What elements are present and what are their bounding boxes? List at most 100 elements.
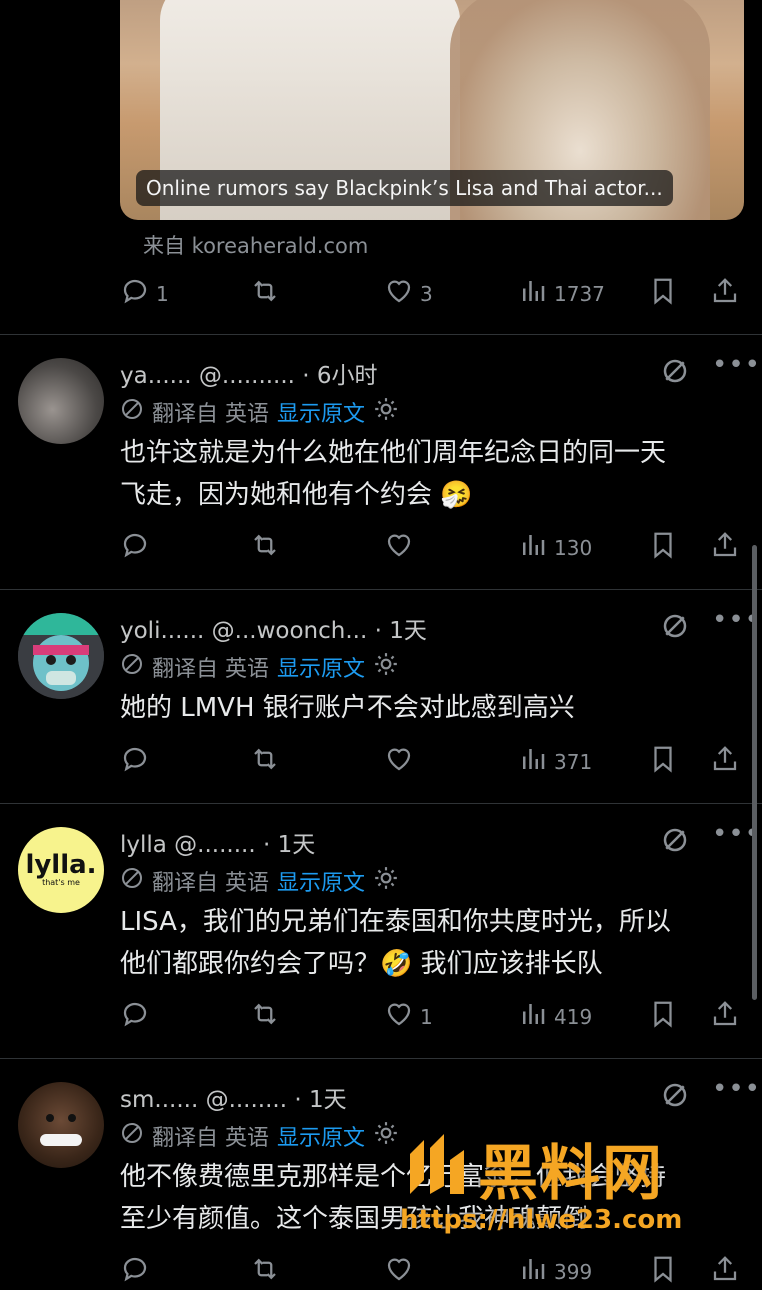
scrollbar[interactable] <box>752 545 757 1000</box>
avatar-logo-text: lylla. <box>25 850 97 880</box>
link-card-caption: Online rumors say Blackpink’s Lisa and T… <box>136 170 673 206</box>
views-button[interactable]: 399 <box>518 1254 592 1289</box>
like-button[interactable] <box>384 1254 420 1289</box>
bookmark-icon <box>648 530 678 565</box>
share-button[interactable] <box>710 744 740 779</box>
bookmark-button[interactable] <box>648 999 678 1034</box>
more-options-icon[interactable]: ••• <box>712 350 761 380</box>
repost-button[interactable] <box>250 999 280 1034</box>
share-icon <box>710 744 740 779</box>
reply-text-line: 他们都跟你约会了吗？🤣 我们应该排长队 <box>120 949 603 979</box>
views-button[interactable]: 130 <box>518 530 592 565</box>
bookmark-icon <box>648 276 678 311</box>
link-card-source[interactable]: 来自 koreaherald.com <box>143 230 368 260</box>
watermark-title: 黑料网 <box>478 1139 664 1209</box>
show-original-link[interactable]: 显示原文 <box>277 865 365 897</box>
post-action-bar: 1 3 1737 <box>0 272 762 312</box>
repost-button[interactable] <box>250 276 280 311</box>
share-icon <box>710 530 740 565</box>
translate-row: 翻译自 英语 显示原文 <box>120 1120 399 1152</box>
like-icon <box>384 999 414 1034</box>
share-icon <box>710 999 740 1034</box>
reply-button[interactable]: 1 <box>120 276 169 311</box>
share-button[interactable] <box>710 276 740 311</box>
watermark-logo-icon <box>402 1130 472 1200</box>
reply-button[interactable] <box>120 530 156 565</box>
reply-author[interactable]: lylla @........ · 1天 <box>120 825 315 859</box>
reply-icon <box>120 276 150 311</box>
show-original-link[interactable]: 显示原文 <box>277 651 365 683</box>
repost-icon <box>250 276 280 311</box>
like-button[interactable]: 3 <box>384 276 433 311</box>
views-icon <box>518 744 548 779</box>
translate-row: 翻译自 英语 显示原文 <box>120 865 399 897</box>
bookmark-button[interactable] <box>648 276 678 311</box>
like-count: 3 <box>420 281 433 306</box>
share-button[interactable] <box>710 1254 740 1289</box>
views-button[interactable]: 1737 <box>518 276 605 311</box>
avatar[interactable]: lylla. that's me <box>18 827 104 913</box>
translate-globe-icon <box>120 866 144 896</box>
views-button[interactable]: 371 <box>518 744 592 779</box>
settings-gear-icon[interactable] <box>373 396 399 428</box>
share-button[interactable] <box>710 530 740 565</box>
reply-icon <box>120 744 150 779</box>
settings-gear-icon[interactable] <box>373 1120 399 1152</box>
settings-gear-icon[interactable] <box>373 865 399 897</box>
grok-icon[interactable] <box>660 1080 690 1114</box>
reply-action-bar: 1 419 <box>0 995 762 1035</box>
bookmark-button[interactable] <box>648 530 678 565</box>
share-icon <box>710 276 740 311</box>
repost-button[interactable] <box>250 1254 280 1289</box>
reply-action-bar: 371 <box>0 740 762 780</box>
share-button[interactable] <box>710 999 740 1034</box>
like-button[interactable] <box>384 530 420 565</box>
grok-icon[interactable] <box>660 825 690 859</box>
reply-text-line: LISA，我们的兄弟们在泰国和你共度时光，所以 <box>120 907 671 937</box>
translated-from-label: 翻译自 英语 <box>152 657 269 682</box>
bookmark-button[interactable] <box>648 1254 678 1289</box>
show-original-link[interactable]: 显示原文 <box>277 1120 365 1152</box>
grok-icon[interactable] <box>660 611 690 645</box>
reply-text-line: 飞走，因为她和他有个约会 🤧 <box>120 480 473 510</box>
settings-gear-icon[interactable] <box>373 651 399 683</box>
translated-from-label: 翻译自 英语 <box>152 871 269 896</box>
like-icon <box>384 744 414 779</box>
show-original-link[interactable]: 显示原文 <box>277 396 365 428</box>
views-count: 419 <box>554 1004 593 1029</box>
translate-globe-icon <box>120 652 144 682</box>
grok-icon[interactable] <box>660 356 690 390</box>
bookmark-button[interactable] <box>648 744 678 779</box>
repost-button[interactable] <box>250 530 280 565</box>
reply-author[interactable]: sm...... @........ · 1天 <box>120 1080 347 1114</box>
avatar[interactable] <box>18 358 104 444</box>
more-options-icon[interactable]: ••• <box>712 1074 761 1104</box>
bookmark-icon <box>648 1254 678 1289</box>
translated-from-label: 翻译自 英语 <box>152 402 269 427</box>
reply-text: 也许这就是为什么她在他们周年纪念日的同一天 飞走，因为她和他有个约会 🤧 <box>120 432 740 516</box>
repost-button[interactable] <box>250 744 280 779</box>
repost-icon <box>250 1254 280 1289</box>
like-button[interactable]: 1 <box>384 999 433 1034</box>
reply-count: 1 <box>156 281 169 306</box>
avatar-logo-subtext: that's me <box>42 878 80 887</box>
translate-row: 翻译自 英语 显示原文 <box>120 396 399 428</box>
views-button[interactable]: 419 <box>518 999 592 1034</box>
reply-button[interactable] <box>120 999 156 1034</box>
views-count: 1737 <box>554 281 605 306</box>
bookmark-icon <box>648 999 678 1034</box>
like-icon <box>384 1254 414 1289</box>
avatar[interactable] <box>18 613 104 699</box>
reply-button[interactable] <box>120 1254 156 1289</box>
views-icon <box>518 1254 548 1289</box>
reply-icon <box>120 1254 150 1289</box>
reply-author[interactable]: ya...... @.......... · 6小时 <box>120 356 378 390</box>
views-count: 371 <box>554 749 593 774</box>
like-button[interactable] <box>384 744 420 779</box>
avatar[interactable] <box>18 1082 104 1168</box>
reply-button[interactable] <box>120 744 156 779</box>
translated-from-label: 翻译自 英语 <box>152 1126 269 1151</box>
translate-globe-icon <box>120 397 144 427</box>
reply-text-line: 她的 LMVH 银行账户不会对此感到高兴 <box>120 693 575 723</box>
reply-author[interactable]: yoli...... @...woonch... · 1天 <box>120 611 427 645</box>
